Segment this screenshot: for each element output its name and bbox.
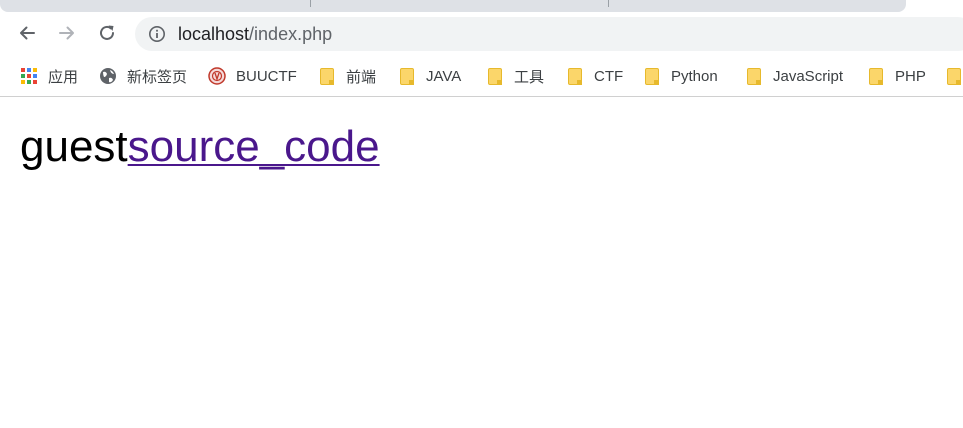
browser-toolbar: localhost/index.php [0,14,963,56]
forward-button[interactable] [52,18,82,48]
bookmark-label: 应用 [48,68,79,86]
folder-icon [947,67,961,85]
bookmark-buuctf[interactable]: BUUCTF [208,65,297,87]
back-arrow-icon [20,26,35,40]
bookmark-folder-ctf[interactable]: CTF [566,65,623,87]
address-bar[interactable]: localhost/index.php [135,17,963,51]
bookmark-label: BUUCTF [236,67,297,85]
bookmark-label: CTF [594,67,624,85]
bookmark-label: JavaScript [773,67,844,85]
page-content: guestsource_code [20,120,380,174]
forward-arrow-icon [59,26,74,40]
bookmarks-bar: 应用 新标签页 BUUCTF 前端 JAVA 工具 CTF Python Jav… [0,56,963,97]
reload-icon [100,25,114,40]
bookmark-apps[interactable]: 应用 [20,65,78,87]
bookmark-folder-java[interactable]: JAVA [398,65,461,87]
info-icon[interactable] [148,25,166,43]
bookmark-folder-frontend[interactable]: 前端 [318,65,376,87]
bookmark-folder-overflow[interactable] [945,65,963,87]
bookmark-label: 新标签页 [127,68,188,86]
bookmark-folder-javascript[interactable]: JavaScript [745,65,843,87]
bookmark-folder-php[interactable]: PHP [867,65,926,87]
bookmark-folder-tools[interactable]: 工具 [486,65,544,87]
folder-icon [488,67,502,85]
url-host: localhost [178,24,250,44]
folder-icon [747,67,761,85]
globe-icon [100,68,116,84]
folder-icon [869,67,883,85]
folder-icon [645,67,659,85]
url-text[interactable]: localhost/index.php [178,17,332,51]
folder-icon [320,67,334,85]
tab-separator [310,0,311,7]
url-path: /index.php [249,24,333,44]
folder-icon [400,67,414,85]
bookmark-label: PHP [895,67,926,85]
bookmark-label: JAVA [426,67,462,85]
apps-grid-icon [21,68,37,84]
bookmark-label: 工具 [514,68,545,86]
bookmark-label: 前端 [346,68,377,86]
bookmark-new-tab[interactable]: 新标签页 [99,65,187,87]
back-button[interactable] [12,18,42,48]
active-tab[interactable] [0,0,906,12]
tab-strip [0,0,963,14]
guest-text: guest [20,122,128,171]
buuctf-logo-icon [208,67,226,85]
tab-separator [608,0,609,7]
folder-icon [568,67,582,85]
bookmark-label: Python [671,67,718,85]
reload-button[interactable] [92,18,122,48]
source-code-link[interactable]: source_code [128,122,380,171]
bookmark-folder-python[interactable]: Python [643,65,718,87]
